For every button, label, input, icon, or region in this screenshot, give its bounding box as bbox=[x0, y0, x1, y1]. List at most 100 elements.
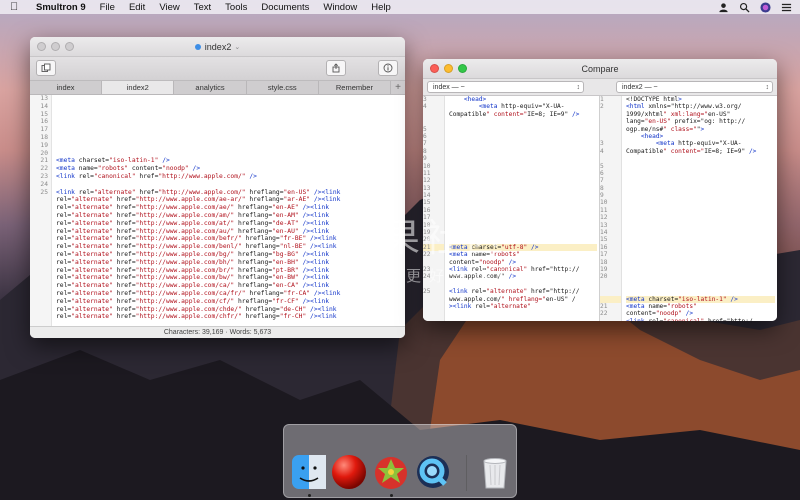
line-number bbox=[30, 267, 51, 275]
compare-line bbox=[626, 192, 775, 199]
compare-line bbox=[626, 273, 775, 280]
zoom-button[interactable] bbox=[65, 42, 74, 51]
minimize-button[interactable] bbox=[51, 42, 60, 51]
compare-titlebar[interactable]: Compare bbox=[423, 59, 777, 79]
menu-app-name[interactable]: Smultron 9 bbox=[36, 2, 86, 13]
siri-icon[interactable] bbox=[760, 1, 771, 13]
line-number bbox=[30, 282, 51, 290]
compare-line: <html xmlns="http://www.w3.org/ bbox=[626, 103, 742, 111]
menu-help[interactable]: Help bbox=[371, 2, 391, 13]
quicktime-icon[interactable] bbox=[414, 453, 452, 491]
trash-icon[interactable] bbox=[476, 453, 514, 491]
close-button[interactable] bbox=[37, 42, 46, 51]
line-number: 22 bbox=[600, 310, 608, 318]
info-button[interactable] bbox=[378, 60, 398, 76]
line-number bbox=[30, 220, 51, 228]
notification-center-icon[interactable] bbox=[781, 2, 792, 13]
line-number: 15 bbox=[600, 236, 608, 244]
tab-style-css[interactable]: style.css bbox=[247, 81, 319, 94]
line-number bbox=[30, 290, 51, 298]
minimize-button[interactable] bbox=[444, 64, 453, 73]
line-number: 5 bbox=[423, 125, 427, 133]
compare-line bbox=[626, 170, 775, 177]
menu-window[interactable]: Window bbox=[323, 2, 357, 13]
right-compare-pane[interactable]: 1 2 3 4 5 6 7 8 9 10 11 12 13 14 15 16 17 18 19 20 21 22 <!DO… bbox=[600, 96, 777, 321]
compare-line bbox=[626, 177, 775, 184]
editor-titlebar[interactable]: index2 ⌄ bbox=[30, 37, 405, 57]
line-number: 11 bbox=[600, 206, 608, 214]
menu-bar:  Smultron 9 File Edit View Text Tools D… bbox=[0, 0, 800, 14]
line-number: 2 bbox=[600, 103, 604, 111]
compare-line bbox=[626, 185, 775, 192]
close-button[interactable] bbox=[430, 64, 439, 73]
new-tab-button[interactable]: + bbox=[391, 81, 405, 94]
line-number: 16 bbox=[40, 118, 48, 126]
line-number: 6 bbox=[600, 169, 604, 177]
line-number: 11 bbox=[423, 169, 431, 177]
menu-tools[interactable]: Tools bbox=[225, 2, 247, 13]
right-line-gutter: 1 2 3 4 5 6 7 8 9 10 11 12 13 14 15 16 17 18 19 20 21 22 bbox=[600, 96, 622, 321]
line-number: 13 bbox=[600, 221, 608, 229]
dock bbox=[283, 424, 517, 498]
line-number bbox=[30, 298, 51, 306]
compare-line bbox=[449, 185, 597, 192]
line-number bbox=[600, 318, 621, 321]
chevron-down-icon[interactable]: ⌄ bbox=[234, 43, 240, 51]
code-line: <meta charset="iso-latin-1" /> bbox=[56, 157, 170, 165]
apple-menu-icon[interactable]:  bbox=[10, 1, 24, 13]
share-button[interactable] bbox=[326, 60, 346, 76]
compare-line bbox=[449, 163, 597, 170]
compare-line: 1999/xhtml" xml:lang="en-US" bbox=[626, 110, 731, 118]
right-file-select[interactable]: index2 — ~ ↕ bbox=[616, 81, 773, 93]
compare-line bbox=[626, 214, 775, 221]
line-number bbox=[600, 118, 621, 125]
tab-remember[interactable]: Remember bbox=[319, 81, 392, 94]
dock-separator bbox=[466, 455, 467, 491]
compare-line: <head> bbox=[463, 96, 487, 103]
line-number bbox=[423, 303, 444, 310]
sidebar-toggle-button[interactable] bbox=[36, 60, 56, 76]
line-number bbox=[30, 235, 51, 243]
menu-text[interactable]: Text bbox=[194, 2, 211, 13]
chevron-updown-icon: ↕ bbox=[576, 84, 581, 91]
code-line: rel="alternate" href="http://www.apple.c… bbox=[56, 305, 337, 313]
zoom-button[interactable] bbox=[458, 64, 467, 73]
compare-line bbox=[449, 170, 597, 177]
running-indicator bbox=[390, 494, 393, 497]
user-icon[interactable] bbox=[718, 2, 729, 13]
red-ball-app-icon[interactable] bbox=[330, 453, 368, 491]
menu-edit[interactable]: Edit bbox=[129, 2, 145, 13]
compare-line bbox=[626, 266, 775, 273]
menu-view[interactable]: View bbox=[159, 2, 179, 13]
compare-line bbox=[626, 281, 775, 288]
line-number bbox=[600, 288, 621, 295]
right-compare-text[interactable]: <!DOCTYPE html> <html xmlns="http://www.w… bbox=[626, 96, 775, 321]
tab-analytics[interactable]: analytics bbox=[174, 81, 247, 94]
document-icon bbox=[194, 43, 201, 50]
compare-line: <link rel="canonical" href="http:/ bbox=[626, 318, 775, 321]
compare-line: <!DOCTYPE html> bbox=[626, 96, 682, 103]
menu-documents[interactable]: Documents bbox=[261, 2, 309, 13]
compare-line: ogp.me/ns#" class=""> bbox=[626, 125, 705, 133]
line-number: 7 bbox=[423, 140, 427, 148]
info-icon bbox=[383, 63, 393, 73]
finder-icon[interactable] bbox=[290, 453, 328, 491]
menu-file[interactable]: File bbox=[100, 2, 115, 13]
code-line: rel="alternate" href="http://www.apple.c… bbox=[56, 297, 330, 305]
tab-index2[interactable]: index2 bbox=[102, 81, 175, 94]
tab-index[interactable]: index bbox=[30, 81, 103, 94]
compare-line: <link rel="alternate" href="http:// bbox=[449, 288, 580, 296]
search-icon[interactable] bbox=[739, 2, 750, 13]
compare-line: www.apple.com/" hreflang="en-US" / bbox=[449, 295, 576, 303]
smultron-icon[interactable] bbox=[372, 453, 410, 491]
compare-line bbox=[449, 192, 597, 199]
code-line: rel="alternate" href="http://www.apple.c… bbox=[56, 266, 330, 274]
line-number: 21 bbox=[40, 157, 48, 165]
running-indicator bbox=[308, 494, 311, 497]
chevron-updown-icon: ↕ bbox=[765, 84, 770, 91]
compare-line bbox=[626, 229, 775, 236]
left-file-select[interactable]: index — ~ ↕ bbox=[427, 81, 584, 93]
